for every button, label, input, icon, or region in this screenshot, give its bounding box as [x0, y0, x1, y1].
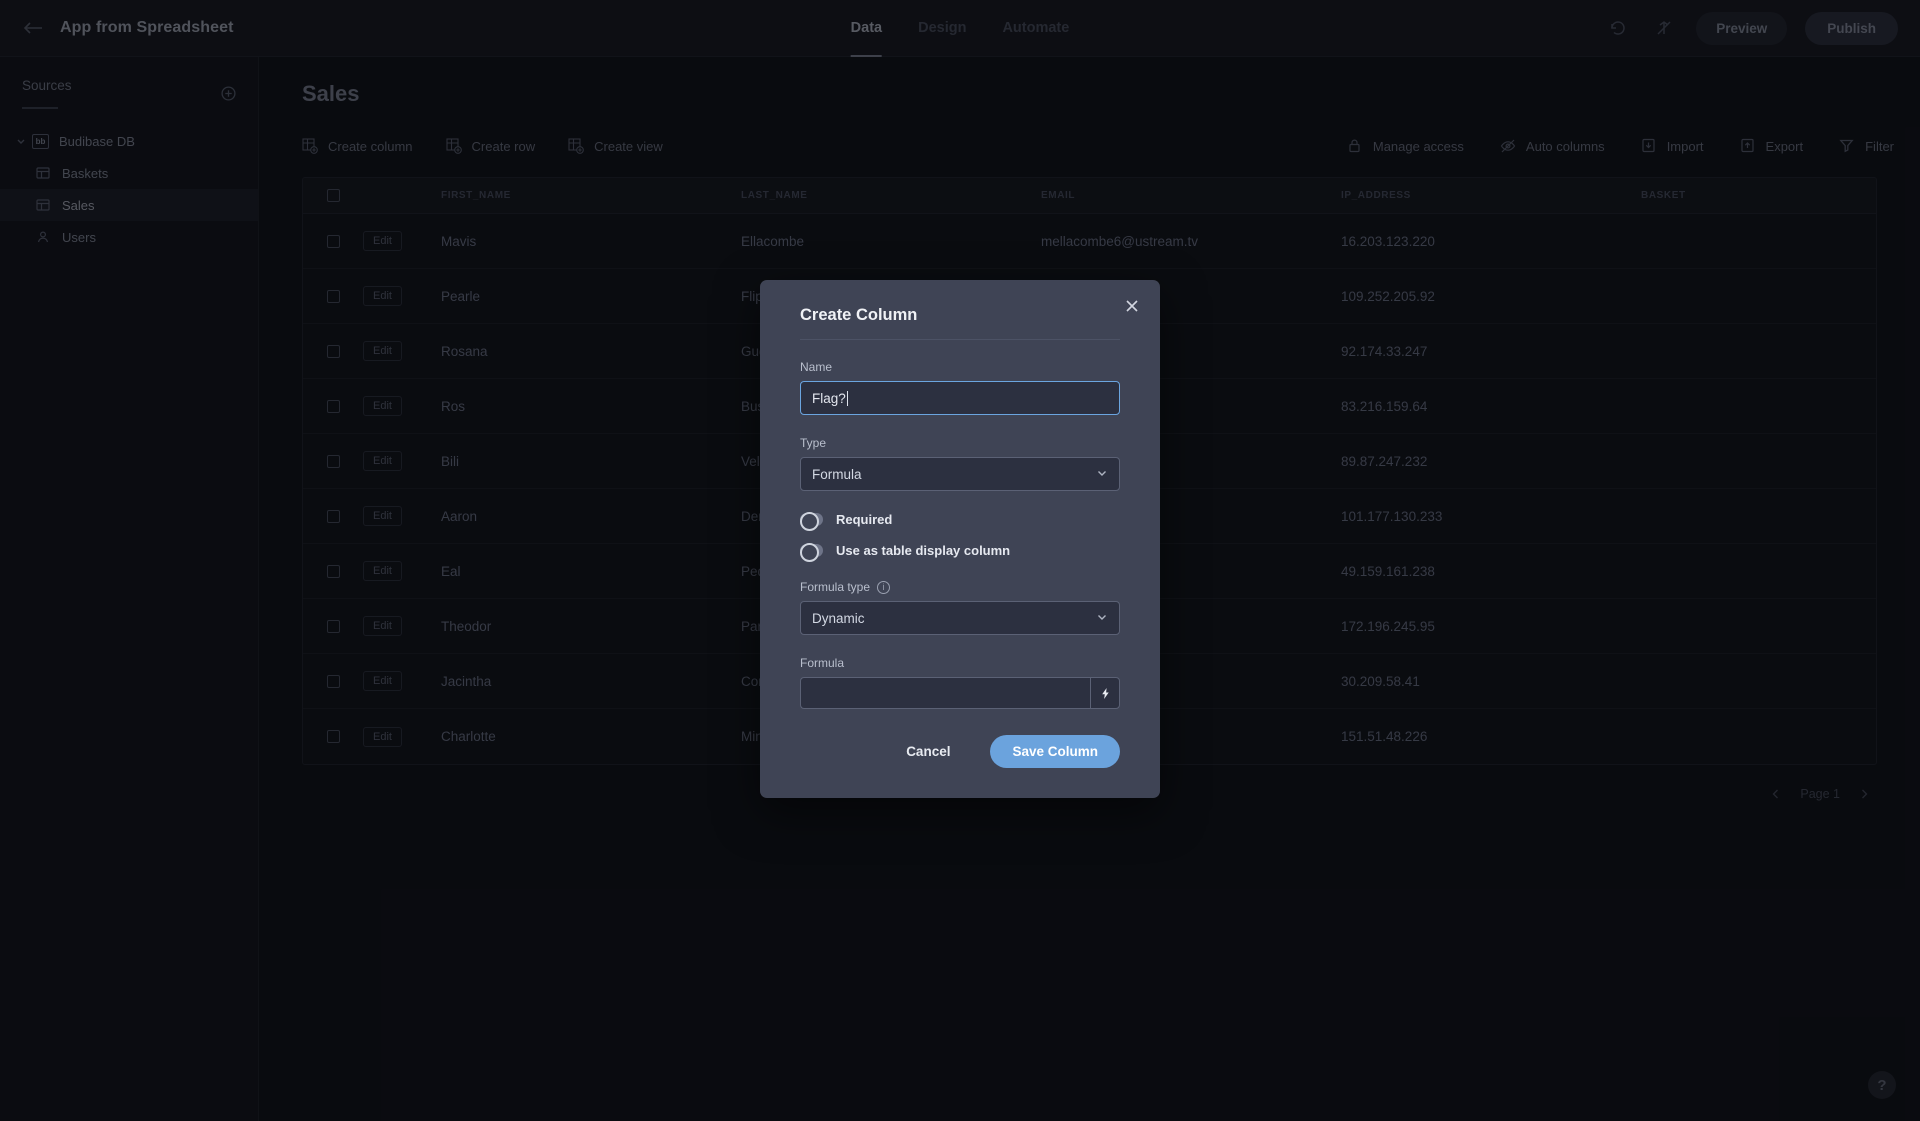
- type-select-value: Formula: [812, 466, 862, 482]
- type-select[interactable]: Formula: [800, 457, 1120, 491]
- modal-divider: [800, 339, 1120, 340]
- name-input[interactable]: Flag?: [800, 381, 1120, 415]
- formula-type-select[interactable]: Dynamic: [800, 601, 1120, 635]
- required-label: Required: [836, 512, 893, 527]
- name-input-value: Flag?: [812, 390, 846, 406]
- formula-type-value: Dynamic: [812, 610, 865, 626]
- save-column-button[interactable]: Save Column: [990, 735, 1120, 768]
- required-toggle[interactable]: [800, 512, 823, 531]
- display-column-toggle-row[interactable]: Use as table display column: [800, 543, 1120, 562]
- modal-title: Create Column: [800, 306, 918, 324]
- create-column-modal: Create Column Name Flag? Type Formula Re…: [760, 280, 1160, 798]
- required-toggle-row[interactable]: Required: [800, 512, 1120, 531]
- modal-actions: Cancel Save Column: [800, 735, 1120, 768]
- text-caret: [846, 390, 848, 406]
- lightning-bolt-icon[interactable]: [1090, 677, 1120, 709]
- formula-input[interactable]: [800, 677, 1090, 709]
- cancel-button[interactable]: Cancel: [884, 735, 972, 768]
- info-icon[interactable]: i: [877, 580, 891, 594]
- display-column-label: Use as table display column: [836, 543, 1011, 558]
- formula-type-label: Formula type: [800, 580, 871, 594]
- close-icon[interactable]: [1121, 295, 1143, 317]
- formula-field-row: [800, 677, 1120, 709]
- chevron-down-icon: [1096, 467, 1108, 482]
- name-label: Name: [800, 360, 833, 374]
- app-root: App from Spreadsheet Data Design Automat…: [0, 0, 1920, 1121]
- formula-label: Formula: [800, 656, 845, 670]
- formula-type-label-row: Formula type i: [800, 580, 1120, 594]
- type-label: Type: [800, 436, 827, 450]
- display-column-toggle[interactable]: [800, 543, 823, 562]
- chevron-down-icon: [1096, 611, 1108, 626]
